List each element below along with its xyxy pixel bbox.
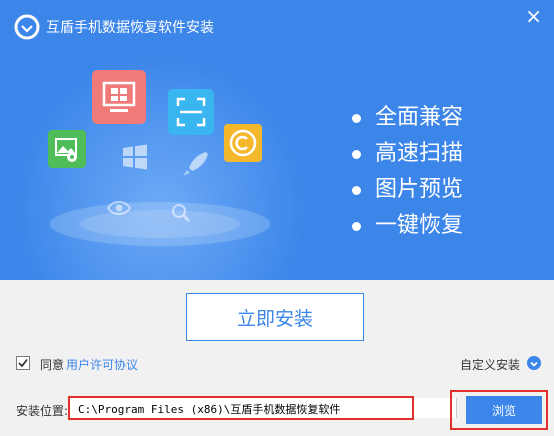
windows-icon <box>123 144 147 170</box>
copyright-icon <box>224 124 262 162</box>
photo-eye-icon <box>48 130 86 168</box>
custom-install-toggle[interactable] <box>527 356 541 370</box>
feature-list: 全面兼容 高速扫描 图片预览 一键恢复 <box>352 100 463 244</box>
chevron-down-icon <box>530 361 538 367</box>
install-path-field <box>68 396 414 420</box>
rocket-icon <box>183 152 208 176</box>
monitor-windows-icon <box>92 70 146 124</box>
banner-illustration <box>40 64 280 264</box>
license-agreement-link[interactable]: 用户许可协议 <box>66 356 138 373</box>
feature-item: 图片预览 <box>352 172 463 208</box>
bullet-icon <box>352 149 361 159</box>
feature-item: 一键恢复 <box>352 208 463 244</box>
feature-item: 全面兼容 <box>352 100 463 136</box>
check-icon <box>18 358 28 368</box>
bullet-icon <box>352 185 361 195</box>
close-button[interactable]: × <box>525 6 542 26</box>
header-banner: 互盾手机数据恢复软件安装 × 全面兼容 高速扫描 图片预览 一键恢复 <box>0 0 554 280</box>
agree-label: 同意 <box>40 358 65 372</box>
install-path-input[interactable] <box>78 401 408 417</box>
browse-button[interactable]: 浏览 <box>466 396 542 424</box>
agree-checkbox[interactable] <box>16 356 30 370</box>
scan-frame-icon <box>168 89 214 135</box>
feature-item: 高速扫描 <box>352 136 463 172</box>
custom-install-label[interactable]: 自定义安装 <box>460 356 520 373</box>
install-now-button[interactable]: 立即安装 <box>186 293 364 341</box>
bullet-icon <box>352 113 361 123</box>
eye-icon <box>106 201 132 215</box>
app-logo-icon <box>14 14 40 40</box>
magnifier-icon <box>172 204 190 222</box>
bullet-icon <box>352 221 361 231</box>
install-path-label: 安装位置: <box>16 404 69 418</box>
window-title: 互盾手机数据恢复软件安装 <box>46 20 214 36</box>
